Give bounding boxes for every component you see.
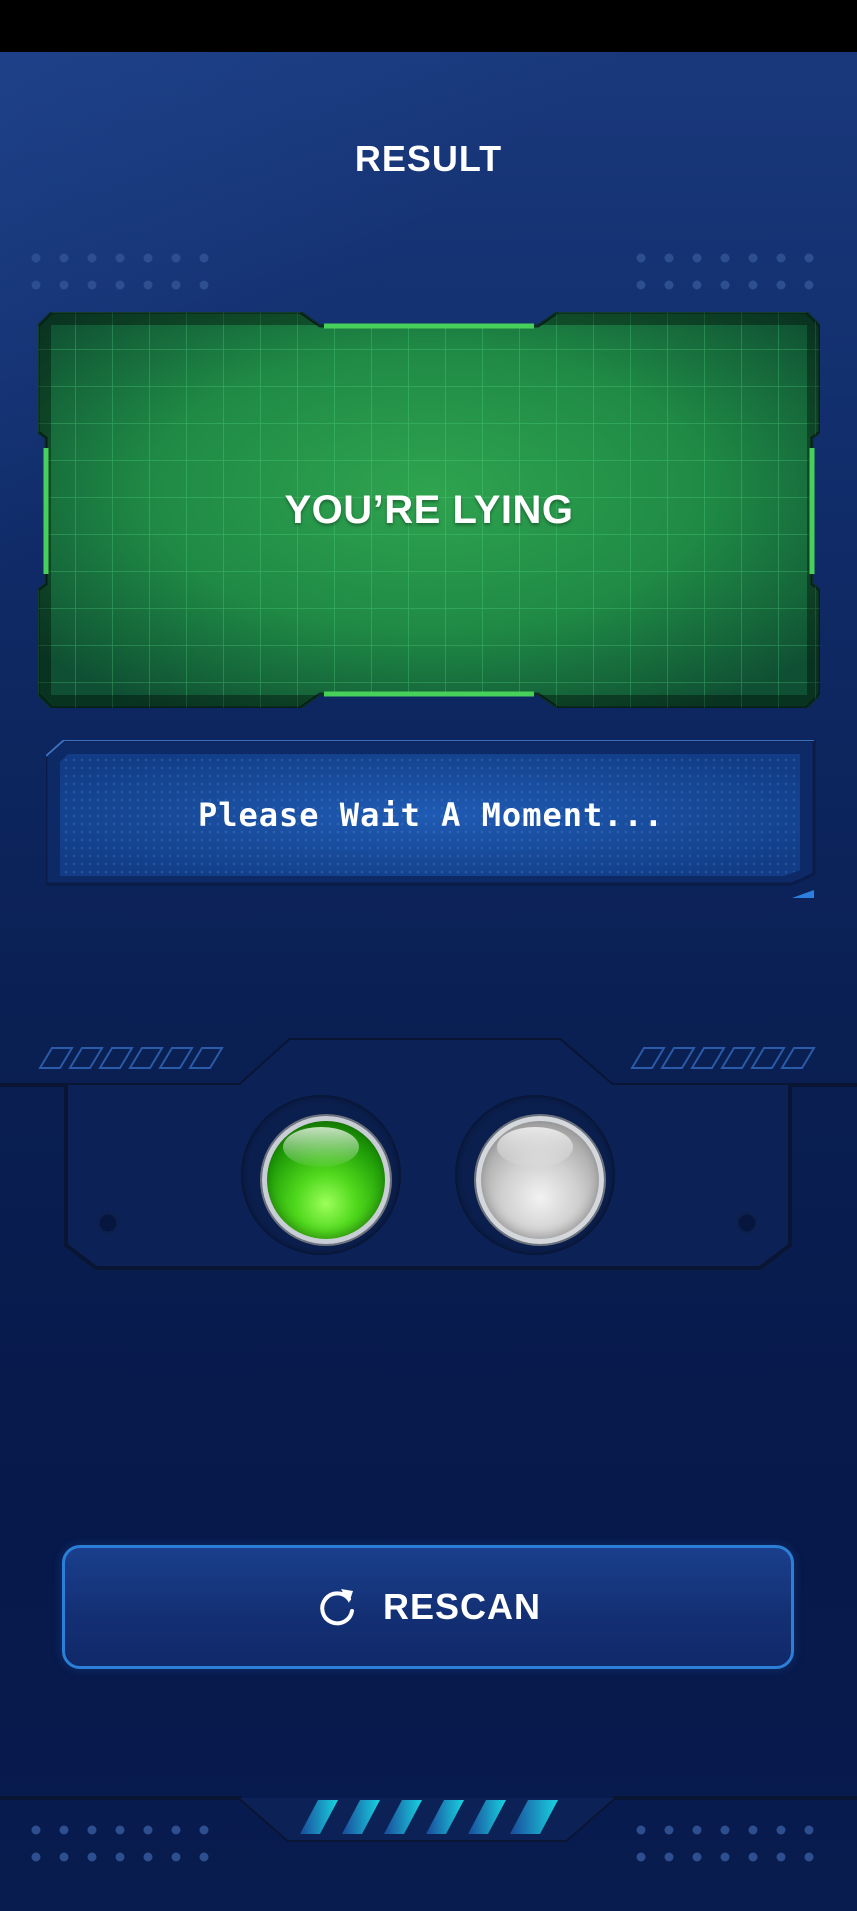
footer-decor	[0, 1788, 857, 1911]
decor-dots-top-right	[635, 250, 825, 292]
lie-indicator-light	[262, 1116, 390, 1244]
status-panel: Please Wait A Moment...	[46, 740, 816, 900]
status-bar	[0, 0, 857, 52]
truth-indicator-light	[476, 1116, 604, 1244]
result-panel: YOU’RE LYING	[38, 312, 820, 708]
decor-dots-top-left	[30, 250, 220, 292]
result-verdict: YOU’RE LYING	[284, 487, 574, 532]
page-title: RESULT	[354, 138, 503, 179]
status-message: Please Wait A Moment...	[197, 796, 665, 834]
result-screen: RESULT YOU’RE LYING Please Wait A Moment…	[0, 0, 857, 1911]
indicator-console	[0, 1030, 857, 1270]
refresh-icon	[320, 1589, 354, 1626]
rescan-label: RESCAN	[382, 1586, 541, 1627]
rescan-button[interactable]: RESCAN	[62, 1545, 794, 1669]
